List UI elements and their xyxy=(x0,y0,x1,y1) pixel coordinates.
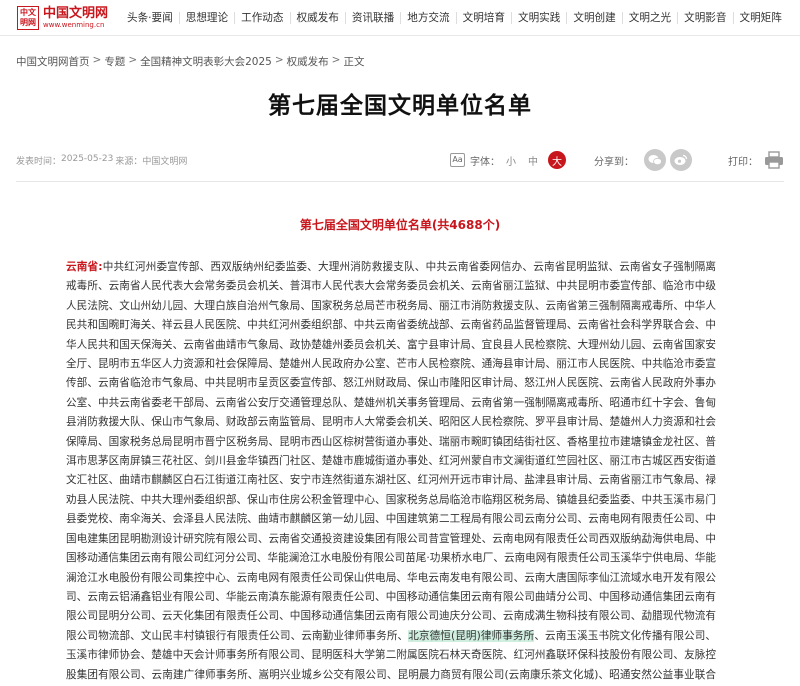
breadcrumb-official-release[interactable]: 权威发布 xyxy=(287,54,329,69)
nav-item-civility-cultivation[interactable]: 文明培育 xyxy=(455,11,511,24)
nav-item-official-release[interactable]: 权威发布 xyxy=(289,11,345,24)
top-navigation-bar: 中文 明网 中国文明网 www.wenming.cn 头条·要闻 思想理论 工作… xyxy=(0,0,800,36)
wechat-icon[interactable] xyxy=(644,149,666,171)
nav-item-work-news[interactable]: 工作动态 xyxy=(234,11,289,24)
breadcrumb-current: 正文 xyxy=(343,56,365,68)
breadcrumb: 中国文明网首页 > 专题 > 全国精神文明表彰大会2025 > 权威发布 > 正… xyxy=(16,54,364,69)
article-meta: 发表时间： 2025-05-23 来源： 中国文明网 Aa 字体： 小 中 大 … xyxy=(16,147,784,173)
site-logo[interactable]: 中文 明网 中国文明网 www.wenming.cn xyxy=(17,5,117,30)
publish-date-label: 发表时间： xyxy=(16,156,62,167)
breadcrumb-separator: > xyxy=(274,54,284,66)
breadcrumb-home[interactable]: 中国文明网首页 xyxy=(16,54,90,69)
logo-text-block: 中国文明网 www.wenming.cn xyxy=(43,6,108,30)
logo-seal-icon: 中文 明网 xyxy=(17,5,39,30)
breadcrumb-topics[interactable]: 专题 xyxy=(104,54,125,69)
nav-item-civility-creation[interactable]: 文明创建 xyxy=(566,11,621,24)
nav-item-civility-media[interactable]: 文明影音 xyxy=(677,11,732,24)
breadcrumb-separator: > xyxy=(331,54,341,66)
highlighted-unit: 北京德恒(昆明)律师事务所 xyxy=(408,629,535,642)
unit-list-part-1: 中共红河州委宣传部、西双版纳州纪委监委、大理州消防救援支队、中共云南省委网信办、… xyxy=(66,261,716,642)
nav-item-news-network[interactable]: 资讯联播 xyxy=(344,11,400,24)
publish-date: 2025-05-23 xyxy=(61,153,114,164)
font-size-large[interactable]: 大 xyxy=(548,151,566,169)
logo-name: 中国文明网 xyxy=(43,5,109,21)
source-label: 来源： xyxy=(115,156,143,167)
logo-url: www.wenming.cn xyxy=(43,20,105,29)
logo-seal-text: 中文 明网 xyxy=(20,7,36,27)
nav-item-light-of-civility[interactable]: 文明之光 xyxy=(621,11,677,24)
breadcrumb-conference[interactable]: 全国精神文明表彰大会2025 xyxy=(140,54,272,69)
meta-divider xyxy=(16,181,784,182)
font-size-small[interactable]: 小 xyxy=(506,153,516,168)
font-size-medium[interactable]: 中 xyxy=(528,153,538,168)
nav-item-theory[interactable]: 思想理论 xyxy=(178,11,234,24)
article-body: 云南省:中共红河州委宣传部、西双版纳州纪委监委、大理州消防救援支队、中共云南省委… xyxy=(66,258,716,686)
weibo-icon[interactable] xyxy=(670,149,692,171)
page-title: 第七届全国文明单位名单 xyxy=(268,93,532,119)
printer-icon[interactable] xyxy=(764,151,784,169)
publish-info: 发表时间： 2025-05-23 来源： 中国文明网 xyxy=(16,154,187,167)
main-nav: 头条·要闻 思想理论 工作动态 权威发布 资讯联播 地方交流 文明培育 文明实践… xyxy=(121,0,788,36)
breadcrumb-separator: > xyxy=(92,54,102,66)
nav-item-headlines[interactable]: 头条·要闻 xyxy=(121,12,179,24)
nav-item-civility-matrix[interactable]: 文明矩阵 xyxy=(732,11,788,24)
list-heading: 第七届全国文明单位名单(共4688个) xyxy=(299,218,501,232)
breadcrumb-separator: > xyxy=(128,54,138,66)
source-name: 中国文明网 xyxy=(142,156,188,167)
nav-item-civility-practice[interactable]: 文明实践 xyxy=(511,11,566,24)
article-tools: Aa 字体： 小 中 大 分享到： 打印： xyxy=(450,149,784,171)
font-size-icon: Aa xyxy=(450,153,465,167)
nav-item-local-exchange[interactable]: 地方交流 xyxy=(400,11,455,24)
province-label: 云南省: xyxy=(66,261,103,273)
font-size-label: 字体： xyxy=(470,156,500,168)
print-label: 打印： xyxy=(728,156,758,168)
share-label: 分享到： xyxy=(594,156,634,168)
